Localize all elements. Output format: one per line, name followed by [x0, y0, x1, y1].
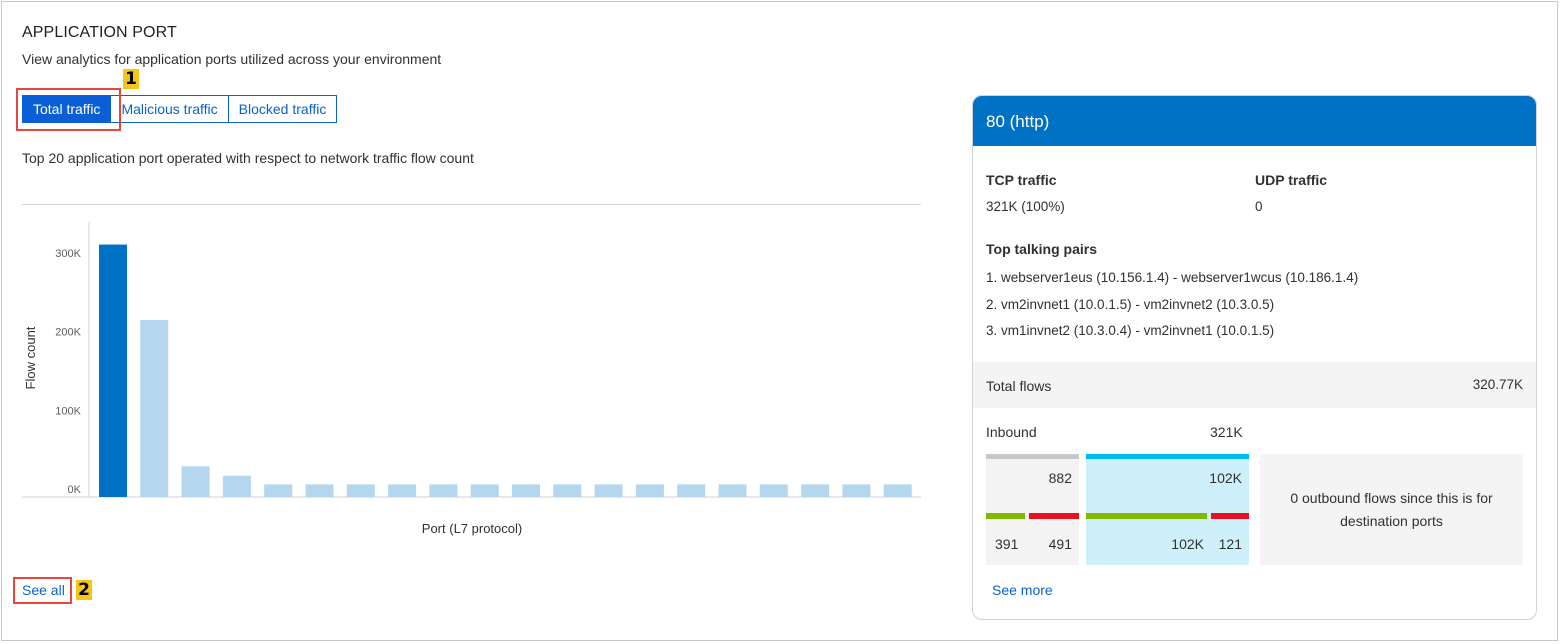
- inbound-block-small[interactable]: 882 391 491: [986, 454, 1079, 565]
- highlight-box-see-all: [13, 577, 72, 604]
- allowed-bar: [986, 513, 1025, 519]
- talking-pair-item: 1. webserver1eus (10.156.1.4) - webserve…: [986, 270, 1359, 285]
- page-subtitle: View analytics for application ports uti…: [22, 51, 442, 67]
- y-axis-title: Flow count: [23, 326, 38, 389]
- x-axis-title: Port (L7 protocol): [422, 521, 522, 536]
- chart-bar[interactable]: [388, 484, 417, 497]
- port-title: 80 (http): [973, 96, 1536, 146]
- chart-bar[interactable]: [222, 475, 251, 497]
- chart-description: Top 20 application port operated with re…: [22, 150, 474, 166]
- chart-bar[interactable]: [801, 484, 830, 497]
- inbound-block-large[interactable]: 102K 102K 121: [1086, 454, 1249, 565]
- blocked-value: 491: [1048, 536, 1072, 552]
- allowed-bar: [1086, 513, 1207, 519]
- total-flows-value: 320.77K: [1472, 377, 1523, 392]
- chart-bar[interactable]: [512, 484, 540, 497]
- block-top-bar: [986, 454, 1079, 459]
- port-detail-card: 80 (http) TCP traffic 321K (100%) UDP tr…: [972, 95, 1537, 620]
- chart-bar[interactable]: [842, 484, 871, 497]
- chart-bar[interactable]: [429, 484, 458, 497]
- highlight-box-total-traffic: [16, 88, 121, 131]
- chart-bar[interactable]: [677, 484, 706, 497]
- chart-bar[interactable]: [346, 484, 375, 497]
- talking-pair-item: 3. vm1invnet2 (10.3.0.4) - vm2invnet1 (1…: [986, 323, 1275, 338]
- total-flows-row: Total flows 320.77K: [973, 362, 1536, 408]
- udp-traffic-value: 0: [1255, 199, 1263, 214]
- chart-bar[interactable]: [883, 484, 912, 497]
- page-title: APPLICATION PORT: [22, 24, 177, 41]
- inbound-label: Inbound: [986, 424, 1037, 440]
- chart-bar[interactable]: [264, 484, 293, 497]
- chart-bar[interactable]: [759, 484, 788, 497]
- top-talking-pairs-list: 1. webserver1eus (10.156.1.4) - webserve…: [986, 265, 1358, 345]
- udp-traffic-label: UDP traffic: [1255, 172, 1328, 188]
- blocked-value: 121: [1218, 536, 1242, 552]
- y-tick-label: 300K: [55, 248, 81, 260]
- block-total-value: 102K: [1209, 470, 1242, 486]
- chart-bar[interactable]: [470, 484, 499, 497]
- y-tick-label: 200K: [55, 327, 81, 339]
- blocked-bar: [1211, 513, 1249, 519]
- chart-bar[interactable]: [635, 484, 664, 497]
- block-top-bar: [1086, 454, 1249, 459]
- top-talking-pairs-label: Top talking pairs: [986, 241, 1097, 257]
- y-tick-label: 100K: [55, 405, 81, 417]
- talking-pair-item: 2. vm2invnet1 (10.0.1.5) - vm2invnet2 (1…: [986, 296, 1275, 312]
- annotation-badge-2: 2: [76, 580, 92, 600]
- chart-bar[interactable]: [553, 484, 582, 497]
- see-more-link[interactable]: See more: [992, 582, 1053, 598]
- chart-bar[interactable]: [181, 466, 210, 497]
- tab-blocked-traffic[interactable]: Blocked traffic: [228, 95, 338, 123]
- allowed-value: 102K: [1171, 536, 1204, 552]
- outbound-message: 0 outbound flows since this is for desti…: [1260, 454, 1523, 565]
- blocked-bar: [1029, 513, 1079, 519]
- tcp-traffic-value: 321K (100%): [986, 199, 1065, 214]
- chart-bar[interactable]: [594, 484, 623, 497]
- total-flows-label: Total flows: [986, 378, 1052, 394]
- tab-malicious-traffic[interactable]: Malicious traffic: [111, 95, 229, 123]
- block-total-value: 882: [1048, 470, 1072, 486]
- flow-count-bar-chart: 0K 100K 200K 300K Flow count Port (L7 proto…: [22, 222, 921, 536]
- chart-bar[interactable]: [718, 484, 747, 497]
- allowed-value: 391: [995, 536, 1019, 552]
- chart-bar[interactable]: [305, 484, 334, 497]
- chart-bar[interactable]: [99, 244, 127, 497]
- inbound-value: 321K: [1210, 424, 1243, 440]
- tcp-traffic-label: TCP traffic: [986, 172, 1057, 188]
- chart-bar[interactable]: [140, 319, 169, 497]
- annotation-badge-1: 1: [123, 69, 139, 89]
- y-tick-label: 0K: [68, 484, 82, 496]
